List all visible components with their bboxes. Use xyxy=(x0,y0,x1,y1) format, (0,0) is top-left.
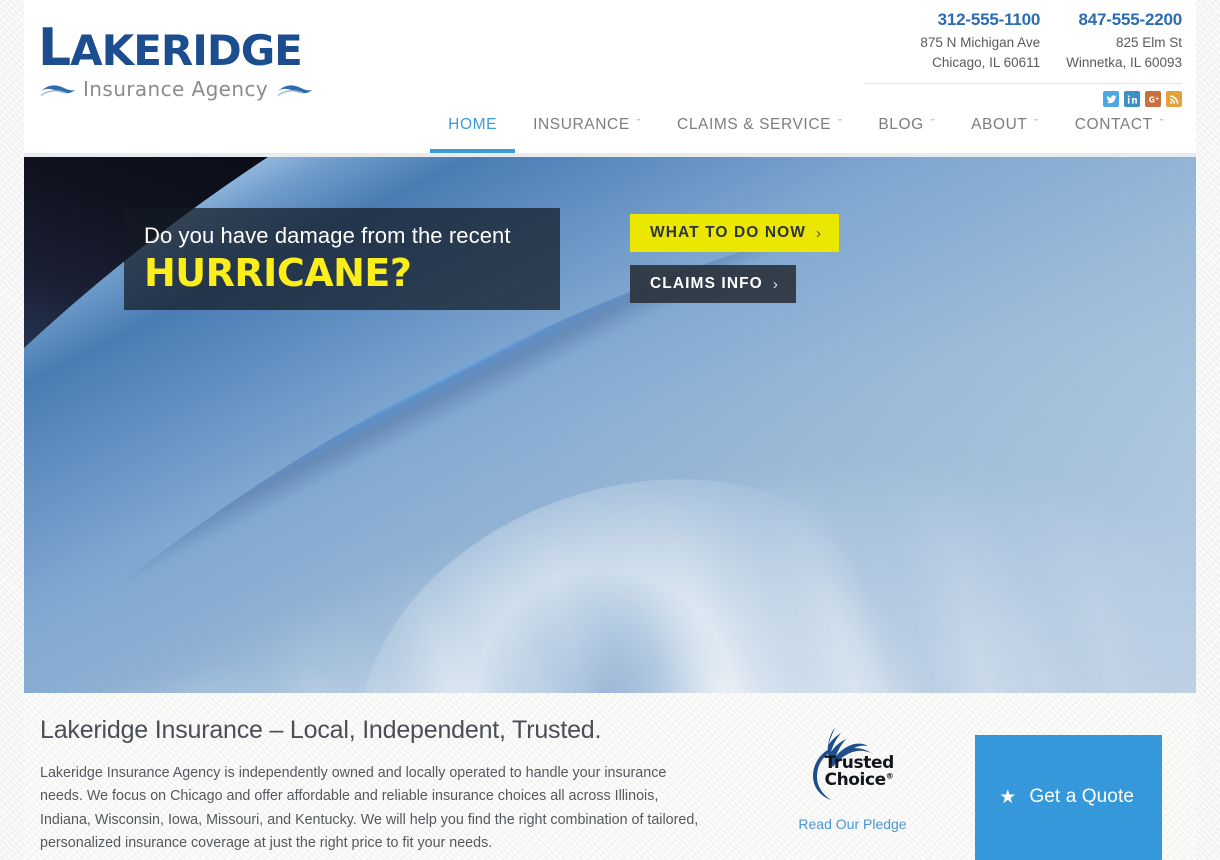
nav-item-claims-service-label: CLAIMS & SERVICE xyxy=(677,116,832,133)
intro-text-column: Lakeridge Insurance – Local, Independent… xyxy=(40,715,730,860)
trusted-choice-line2-wrap: Choice® xyxy=(825,772,894,789)
chevron-down-icon: ˇ xyxy=(930,118,936,130)
trusted-choice-logo: Trusted Choice® xyxy=(805,719,901,805)
intro-section: Lakeridge Insurance – Local, Independent… xyxy=(24,693,1196,860)
nav-item-about-label: ABOUT xyxy=(971,116,1028,133)
read-our-pledge-link[interactable]: Read Our Pledge xyxy=(798,816,906,832)
header-divider xyxy=(864,83,1182,85)
site-header: LAKERIDGE Insurance Agency 312-555-1100 … xyxy=(24,0,1196,157)
chevron-down-icon: ˇ xyxy=(1159,118,1164,130)
intro-paragraph: Lakeridge Insurance Agency is independen… xyxy=(40,765,699,851)
what-to-do-now-label: WHAT TO DO NOW xyxy=(650,224,807,241)
nav-item-insurance-label: INSURANCE xyxy=(533,116,630,133)
header-contact-block: 312-555-1100 875 N Michigan Ave Chicago,… xyxy=(862,8,1182,108)
address-line2-winnetka: Winnetka, IL 60093 xyxy=(1066,54,1182,70)
logo-wordmark-rest: AKERIDGE xyxy=(70,26,303,75)
wave-icon-left xyxy=(40,85,75,97)
nav-item-blog-label: BLOG xyxy=(878,116,924,133)
get-a-quote-label: Get a Quote xyxy=(1029,786,1134,807)
site-logo[interactable]: LAKERIDGE Insurance Agency xyxy=(38,22,338,102)
get-a-quote-button[interactable]: ★ Get a Quote xyxy=(975,735,1162,860)
chevron-right-icon: › xyxy=(816,224,823,242)
rss-icon[interactable] xyxy=(1166,91,1182,108)
nav-item-home[interactable]: HOME xyxy=(430,111,516,153)
linkedin-icon[interactable] xyxy=(1124,91,1140,108)
hero-headline-box: Do you have damage from the recent HURRI… xyxy=(124,208,560,311)
nav-item-claims-service[interactable]: CLAIMS & SERVICE ˇ xyxy=(659,111,860,153)
contact-location-winnetka: 847-555-2200 825 Elm St Winnetka, IL 600… xyxy=(1066,8,1182,73)
svg-text:+: + xyxy=(1154,96,1158,102)
nav-item-contact[interactable]: CONTACT ˇ xyxy=(1057,111,1182,153)
what-to-do-now-button[interactable]: WHAT TO DO NOW › xyxy=(630,214,840,252)
chevron-down-icon: ˇ xyxy=(636,118,642,130)
hero-headline-line1: Do you have damage from the recent xyxy=(144,223,511,248)
star-icon: ★ xyxy=(999,786,1017,808)
svg-text:G: G xyxy=(1148,95,1154,104)
nav-item-contact-label: CONTACT xyxy=(1074,116,1153,133)
claims-info-button[interactable]: CLAIMS INFO › xyxy=(630,265,796,303)
logo-tagline-row: Insurance Agency xyxy=(38,77,338,101)
nav-item-insurance[interactable]: INSURANCE ˇ xyxy=(515,111,659,153)
contact-columns: 312-555-1100 875 N Michigan Ave Chicago,… xyxy=(862,8,1182,73)
hero-headline-line2: HURRICANE? xyxy=(144,250,412,295)
nav-item-home-label: HOME xyxy=(448,116,498,133)
hero-banner: Do you have damage from the recent HURRI… xyxy=(24,157,1196,693)
nav-item-blog[interactable]: BLOG ˇ xyxy=(860,111,953,153)
address-line1-winnetka: 825 Elm St xyxy=(1115,34,1182,50)
trusted-choice-column: Trusted Choice® Read Our Pledge xyxy=(730,715,975,860)
claims-info-label: CLAIMS INFO xyxy=(650,275,763,292)
page-container: LAKERIDGE Insurance Agency 312-555-1100 … xyxy=(24,0,1196,860)
address-line2-chicago: Chicago, IL 60611 xyxy=(932,54,1041,70)
google-plus-icon[interactable]: G+ xyxy=(1145,91,1161,108)
main-navigation: HOME INSURANCE ˇ CLAIMS & SERVICE ˇ BLOG… xyxy=(24,111,1196,153)
twitter-icon[interactable] xyxy=(1103,91,1119,108)
logo-wordmark-initial: L xyxy=(38,18,71,78)
contact-location-chicago: 312-555-1100 875 N Michigan Ave Chicago,… xyxy=(920,8,1040,73)
chevron-down-icon: ˇ xyxy=(1034,118,1039,130)
registered-mark: ® xyxy=(885,771,894,781)
phone-link-winnetka[interactable]: 847-555-2200 xyxy=(1066,8,1183,33)
chevron-down-icon: ˇ xyxy=(838,118,843,130)
wave-icon-right xyxy=(277,85,313,97)
logo-tagline: Insurance Agency xyxy=(83,77,269,101)
hero-cta-group: WHAT TO DO NOW › CLAIMS INFO › xyxy=(630,214,840,303)
quote-column: ★ Get a Quote xyxy=(975,715,1180,860)
nav-item-about[interactable]: ABOUT ˇ xyxy=(953,111,1057,153)
logo-wordmark: LAKERIDGE xyxy=(38,22,338,74)
phone-link-chicago[interactable]: 312-555-1100 xyxy=(920,8,1041,33)
chevron-right-icon: › xyxy=(772,275,779,293)
page-title: Lakeridge Insurance – Local, Independent… xyxy=(40,716,602,744)
trusted-choice-line2: Choice xyxy=(824,770,887,791)
trusted-choice-wordmark: Trusted Choice® xyxy=(825,754,895,790)
social-links: G+ xyxy=(862,91,1182,108)
address-line1-chicago: 875 N Michigan Ave xyxy=(920,34,1041,50)
